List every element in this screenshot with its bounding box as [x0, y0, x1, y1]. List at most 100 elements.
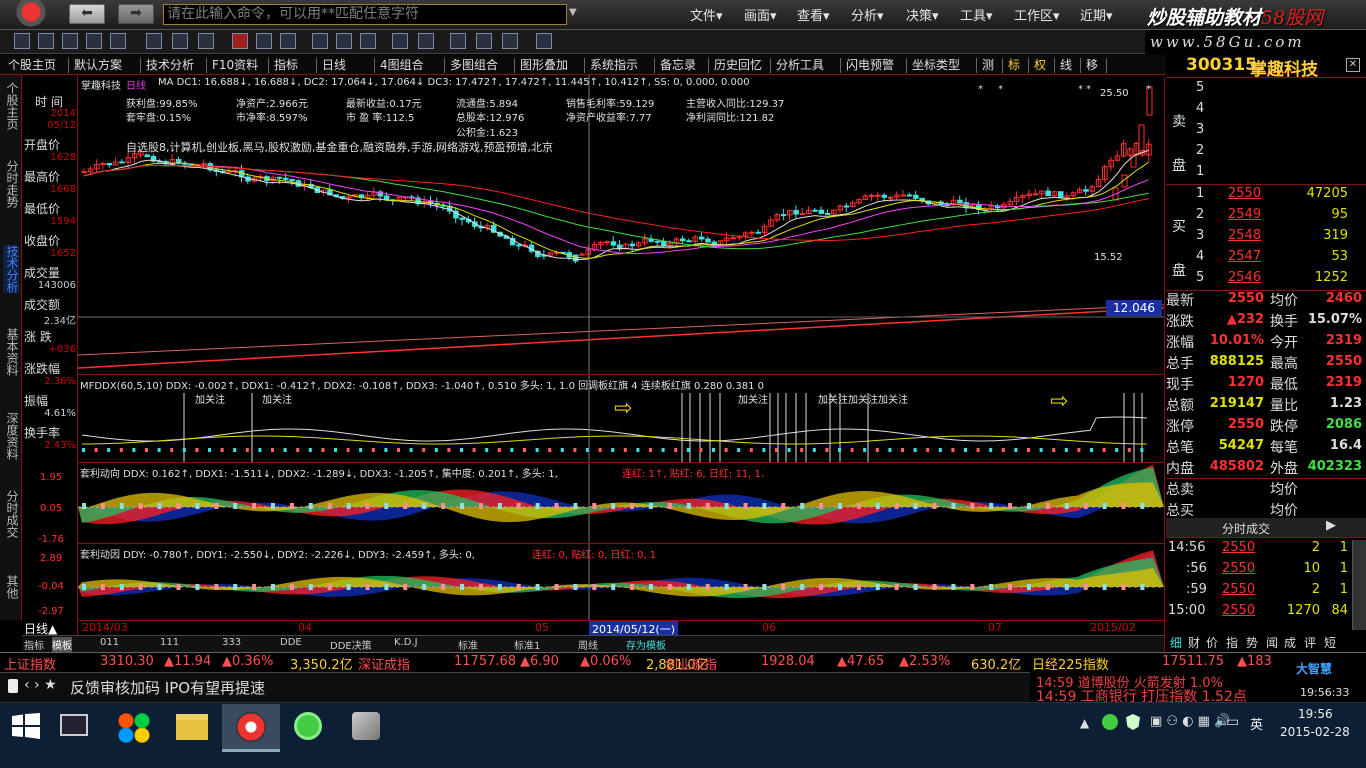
- buy-price[interactable]: 2548: [1228, 228, 1261, 243]
- news-headline[interactable]: 反馈审核加码 IPO有望再提速: [70, 677, 265, 698]
- side-tab-intraday[interactable]: 分时走势: [3, 160, 19, 208]
- notification-icon[interactable]: ▭: [1226, 714, 1239, 730]
- chevron-right-icon[interactable]: ▶: [1326, 518, 1336, 533]
- ticker-field[interactable]: 日经225指数: [1032, 654, 1109, 673]
- browser-icon[interactable]: [294, 712, 322, 740]
- kline-chart[interactable]: * * * * *: [78, 75, 1164, 620]
- tab-6[interactable]: 4图组合: [380, 57, 424, 74]
- tab-17[interactable]: 权: [1034, 57, 1046, 74]
- right-tab-2[interactable]: 价: [1206, 634, 1218, 651]
- side-tab-basic[interactable]: 基本资料: [3, 328, 19, 376]
- ticker-field[interactable]: 创业板指: [665, 654, 717, 673]
- close-icon[interactable]: ✕: [1346, 58, 1360, 72]
- tab-9[interactable]: 系统指示: [590, 57, 638, 74]
- menu-workspace[interactable]: 工作区▾: [1014, 5, 1060, 24]
- scrollbar[interactable]: [1352, 540, 1366, 630]
- right-tab-7[interactable]: 评: [1304, 634, 1316, 651]
- menu-screen[interactable]: 画面▾: [744, 5, 777, 24]
- tab-4[interactable]: 指标: [274, 57, 298, 74]
- tab-15[interactable]: 测: [982, 57, 994, 74]
- bottom-tab-6[interactable]: DDE决策: [330, 637, 372, 652]
- tab-19[interactable]: 移: [1086, 57, 1098, 74]
- tray-icons[interactable]: ▣ ⚇ ◐ ▦ 🔊: [1150, 714, 1230, 729]
- bottom-tab-0[interactable]: 指标: [24, 637, 44, 652]
- buy-price[interactable]: 2547: [1228, 249, 1261, 264]
- app-icon[interactable]: [352, 712, 380, 740]
- toolbar-tool-icon[interactable]: [198, 33, 214, 49]
- tab-1[interactable]: 默认方案: [74, 57, 122, 74]
- toolbar-tool-icon[interactable]: [392, 33, 408, 49]
- menu-view[interactable]: 查看▾: [797, 5, 830, 24]
- bottom-tab-7[interactable]: K.D.J: [394, 637, 418, 648]
- bottom-tab-2[interactable]: 011: [100, 637, 119, 648]
- tab-0[interactable]: 个股主页: [8, 57, 56, 74]
- toolbar-tool-icon[interactable]: [38, 33, 54, 49]
- tab-13[interactable]: 闪电预警: [846, 57, 894, 74]
- buy-price[interactable]: 2550: [1228, 186, 1261, 201]
- trading-app-icon[interactable]: [236, 712, 266, 742]
- menu-file[interactable]: 文件▾: [690, 5, 723, 24]
- bottom-tab-4[interactable]: 333: [222, 637, 241, 648]
- right-tab-5[interactable]: 闻: [1266, 634, 1278, 651]
- ime-indicator[interactable]: 英: [1250, 714, 1263, 733]
- tab-8[interactable]: 图形叠加: [520, 57, 568, 74]
- side-tab-home[interactable]: 个股主页: [3, 82, 19, 130]
- tab-5[interactable]: 日线: [322, 57, 346, 74]
- bottom-tab-1[interactable]: 模板: [52, 637, 72, 652]
- command-input[interactable]: 请在此输入命令，可以用**匹配任意字符: [163, 4, 567, 25]
- tab-14[interactable]: 坐标类型: [912, 57, 960, 74]
- menu-decision[interactable]: 决策▾: [906, 5, 939, 24]
- tab-2[interactable]: 技术分析: [146, 57, 194, 74]
- right-tab-1[interactable]: 财: [1188, 634, 1200, 651]
- toolbar-tool-icon[interactable]: [450, 33, 466, 49]
- side-tab-deep[interactable]: 深度资料: [3, 412, 19, 460]
- bottom-tab-11[interactable]: 存为模板: [626, 637, 666, 652]
- toolbar-tool-icon[interactable]: [502, 33, 518, 49]
- menu-tools[interactable]: 工具▾: [960, 5, 993, 24]
- toolbar-tool-icon[interactable]: [280, 33, 296, 49]
- tray-app-icon[interactable]: [1102, 714, 1118, 730]
- bottom-tab-3[interactable]: 111: [160, 637, 179, 648]
- toolbar-tool-icon[interactable]: [146, 33, 162, 49]
- toolbar-tool-icon[interactable]: [14, 33, 30, 49]
- toolbar-tool-icon[interactable]: [476, 33, 492, 49]
- ticker-field[interactable]: 上证指数: [4, 654, 56, 673]
- back-button[interactable]: ⬅: [69, 4, 105, 24]
- toolbar-tool-icon[interactable]: [418, 33, 434, 49]
- nav-arrows-icon[interactable]: ‹ › ★: [24, 677, 57, 693]
- tab-10[interactable]: 备忘录: [660, 57, 696, 74]
- taskbar-date[interactable]: 2015-02-28: [1280, 725, 1350, 739]
- side-tab-technical[interactable]: 技术分析: [3, 245, 19, 293]
- toolbar-tool-icon[interactable]: [256, 33, 272, 49]
- ticker-field[interactable]: 深证成指: [358, 654, 410, 673]
- chevron-down-icon[interactable]: ▼: [569, 7, 577, 18]
- taskbar-time[interactable]: 19:56: [1298, 707, 1333, 721]
- toolbar-tool-icon[interactable]: [62, 33, 78, 49]
- tab-18[interactable]: 线: [1060, 57, 1072, 74]
- app-logo-icon[interactable]: [4, 0, 58, 30]
- right-tab-4[interactable]: 势: [1246, 634, 1258, 651]
- toolbar-tool-icon[interactable]: [536, 33, 552, 49]
- bottom-tab-5[interactable]: DDE: [280, 637, 302, 648]
- tab-16[interactable]: 标: [1008, 57, 1020, 74]
- bottom-tab-8[interactable]: 标准: [458, 637, 478, 652]
- tab-11[interactable]: 历史回忆: [714, 57, 762, 74]
- right-tab-3[interactable]: 指: [1226, 634, 1238, 651]
- file-explorer-icon[interactable]: [176, 714, 208, 740]
- buy-price[interactable]: 2549: [1228, 207, 1261, 222]
- right-tab-6[interactable]: 成: [1284, 634, 1296, 651]
- toolbar-tool-icon[interactable]: [232, 33, 248, 49]
- menu-recent[interactable]: 近期▾: [1080, 5, 1113, 24]
- tab-7[interactable]: 多图组合: [450, 57, 498, 74]
- windows-start-icon[interactable]: [12, 713, 40, 739]
- toolbar-tool-icon[interactable]: [360, 33, 376, 49]
- app-icon[interactable]: [114, 710, 154, 746]
- menu-analysis[interactable]: 分析▾: [851, 5, 884, 24]
- right-tab-8[interactable]: 短: [1324, 634, 1336, 651]
- buy-price[interactable]: 2546: [1228, 270, 1261, 285]
- task-view-icon[interactable]: [60, 714, 88, 736]
- tab-3[interactable]: F10资料: [212, 57, 258, 74]
- toolbar-tool-icon[interactable]: [172, 33, 188, 49]
- bottom-tab-9[interactable]: 标准1: [514, 637, 540, 652]
- forward-button[interactable]: ➡: [118, 4, 154, 24]
